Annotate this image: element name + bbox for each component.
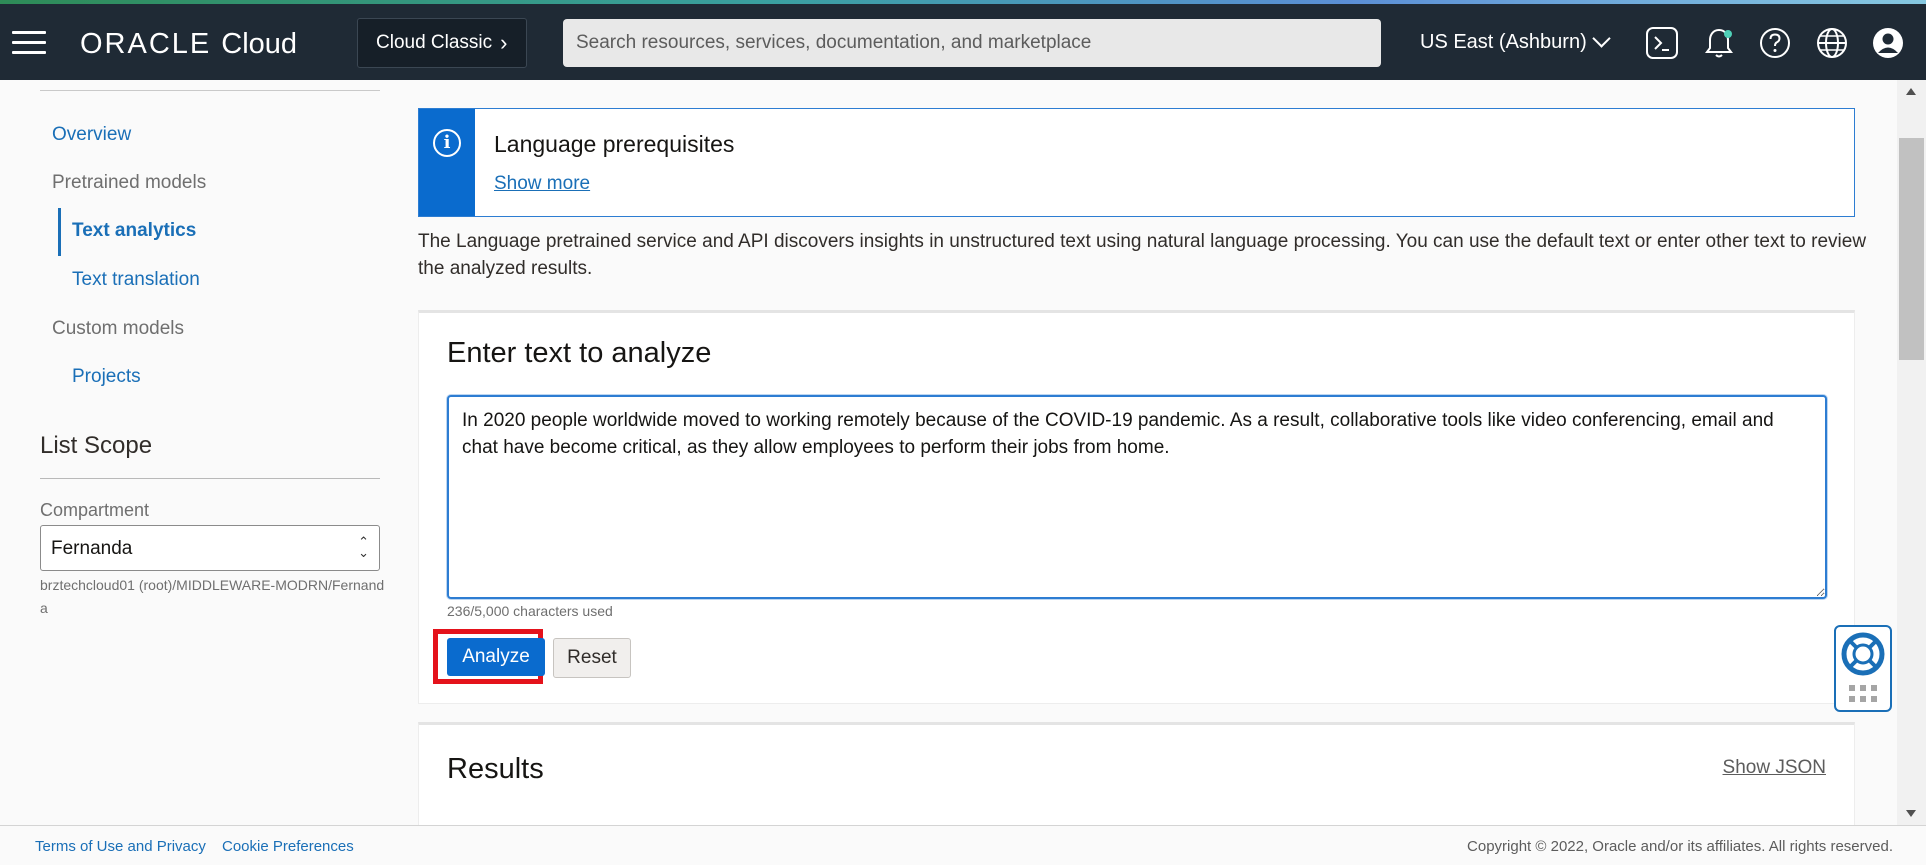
compartment-value: Fernanda [51,538,133,559]
prerequisites-alert: i Language prerequisites Show more [418,108,1855,217]
sidebar-item-overview[interactable]: Overview [52,124,131,146]
search-input[interactable] [563,19,1381,67]
copyright-text: Copyright © 2022, Oracle and/or its affi… [1467,838,1893,855]
page-footer: Terms of Use and Privacy Cookie Preferen… [0,825,1926,865]
region-selector[interactable]: US East (Ashburn) [1420,29,1611,54]
terms-link[interactable]: Terms of Use and Privacy [35,838,206,855]
notifications-bell-icon[interactable] [1702,26,1736,60]
cloud-classic-button[interactable]: Cloud Classic › [357,18,527,68]
compartment-select[interactable]: Fernanda ⌃ ⌄ [40,525,380,571]
vertical-scrollbar[interactable] [1897,80,1926,825]
character-count: 236/5,000 characters used [447,603,613,619]
alert-stripe: i [419,109,475,216]
results-title: Results [447,753,544,785]
chevron-down-icon [1592,29,1611,48]
show-more-link[interactable]: Show more [494,173,590,195]
scrollbar-thumb[interactable] [1899,138,1924,360]
cookie-preferences-link[interactable]: Cookie Preferences [222,838,354,855]
language-globe-icon[interactable] [1815,26,1849,60]
results-card: Results Show JSON [418,722,1855,825]
analyze-button[interactable]: Analyze [447,638,545,676]
top-navigation-bar: ORACLE Cloud Cloud Classic › US East (As… [0,4,1926,80]
select-updown-icon: ⌃ ⌄ [358,534,369,560]
reset-button[interactable]: Reset [553,638,631,678]
brand-cloud: Cloud [221,28,298,60]
compartment-label: Compartment [40,500,150,520]
compartment-path: brztechcloud01 (root)/MIDDLEWARE-MODRN/F… [40,577,385,616]
oracle-cloud-logo[interactable]: ORACLE Cloud [80,28,297,61]
menu-icon[interactable] [12,31,46,55]
active-indicator [58,208,61,256]
brand-oracle: ORACLE [80,28,212,60]
region-label: US East (Ashburn) [1420,31,1587,53]
analyze-text-input[interactable]: In 2020 people worldwide moved to workin… [447,395,1827,599]
alert-title: Language prerequisites [494,131,735,157]
info-icon: i [433,129,461,157]
sidebar-divider [40,90,380,91]
analyze-card-title: Enter text to analyze [447,337,712,369]
list-scope-title: List Scope [40,432,153,459]
analyze-card: Enter text to analyze In 2020 people wor… [418,310,1855,704]
sidebar-item-text-analytics[interactable]: Text analytics [72,220,196,242]
scroll-down-arrow-icon[interactable] [1906,810,1916,817]
support-widget[interactable] [1834,625,1892,712]
user-avatar-icon[interactable] [1871,26,1905,60]
lifebuoy-icon [1841,632,1885,702]
sidebar-item-projects[interactable]: Projects [72,366,141,388]
scroll-up-arrow-icon[interactable] [1906,88,1916,95]
service-description: The Language pretrained service and API … [418,231,1867,279]
cloud-shell-icon[interactable] [1645,26,1679,60]
sidebar-item-text-translation[interactable]: Text translation [72,269,200,291]
show-json-link[interactable]: Show JSON [1723,757,1826,779]
list-scope-divider [40,478,380,479]
chevron-right-icon: › [500,30,508,55]
cloud-classic-label: Cloud Classic [376,32,493,53]
help-icon[interactable] [1758,26,1792,60]
sidebar-group-custom: Custom models [52,318,184,339]
sidebar-group-pretrained: Pretrained models [52,172,207,193]
